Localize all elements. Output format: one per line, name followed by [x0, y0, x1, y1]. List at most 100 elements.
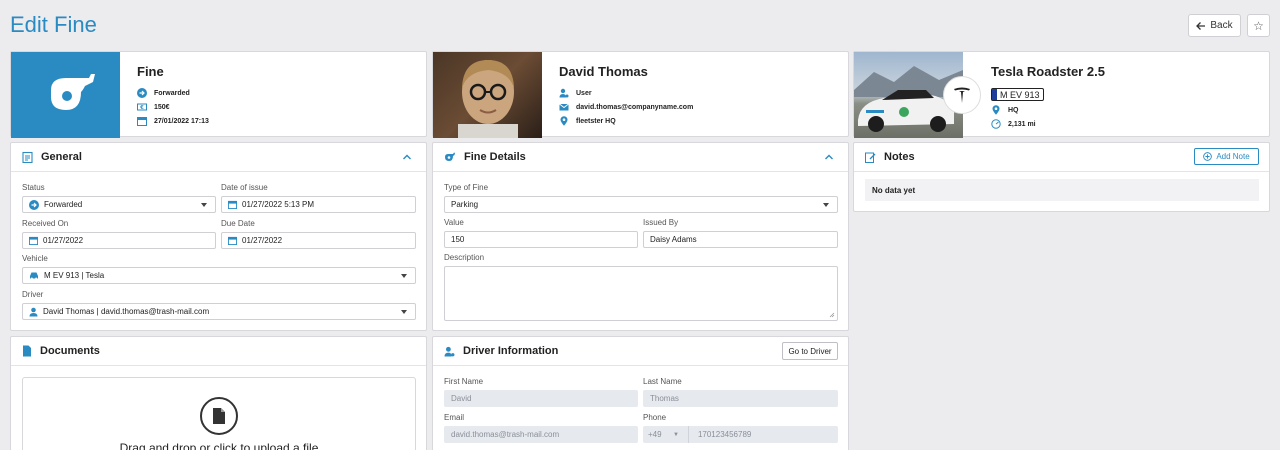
chevron-up-icon[interactable] — [402, 152, 412, 162]
calendar-icon — [228, 200, 237, 209]
type-select[interactable]: Parking — [444, 196, 838, 213]
type-value: Parking — [451, 200, 479, 209]
date-issue-value: 01/27/2022 5:13 PM — [242, 200, 315, 209]
vehicle-summary-card: Tesla Roadster 2.5 M EV 913 HQ 2,131 mi — [853, 51, 1270, 138]
email-label: Email — [444, 413, 465, 422]
calendar-icon — [137, 116, 147, 126]
fine-datetime: 27/01/2022 17:13 — [154, 117, 209, 125]
documents-panel: Documents Drag and drop or click to uplo… — [10, 336, 427, 450]
phone-field: +49 ▼ 170123456789 — [643, 426, 838, 443]
whistle-icon — [51, 74, 95, 110]
received-label: Received On — [22, 219, 69, 228]
chevron-up-icon[interactable] — [824, 152, 834, 162]
user-settings-icon — [444, 346, 455, 356]
vehicle-mileage-row: 2,131 mi — [991, 117, 1105, 131]
whistle-icon — [445, 152, 455, 161]
general-header[interactable]: General — [11, 143, 426, 172]
documents-header: Documents — [11, 337, 426, 366]
driver-select[interactable]: David Thomas | david.thomas@trash-mail.c… — [22, 303, 416, 320]
driver-location-row: fleetster HQ — [559, 114, 693, 128]
phone-country-code: +49 — [648, 430, 662, 439]
user-icon — [29, 307, 38, 316]
arrow-left-icon — [1196, 21, 1206, 30]
status-value: Forwarded — [44, 200, 83, 209]
upload-file-icon — [200, 397, 238, 435]
chevron-down-icon — [401, 274, 407, 278]
first-name-field: David — [444, 390, 638, 407]
chevron-down-icon — [201, 203, 207, 207]
value-value: 150 — [451, 235, 465, 244]
license-plate: M EV 913 — [991, 88, 1044, 101]
vehicle-plate-row: M EV 913 — [991, 86, 1105, 103]
svg-text:€: € — [139, 105, 144, 111]
due-input[interactable]: 01/27/2022 — [221, 232, 416, 249]
clipboard-icon — [22, 151, 33, 163]
chevron-down-icon — [823, 203, 829, 207]
notes-panel: Notes Add Note No data yet — [853, 142, 1270, 212]
user-settings-icon — [559, 88, 569, 98]
documents-title: Documents — [40, 345, 100, 357]
value-label: Value — [444, 218, 464, 227]
chevron-down-icon — [401, 310, 407, 314]
due-label: Due Date — [221, 219, 255, 228]
forward-circle-icon — [137, 88, 147, 98]
received-value: 01/27/2022 — [43, 236, 84, 245]
last-name-label: Last Name — [643, 377, 682, 386]
tesla-logo — [943, 76, 981, 114]
fine-status: Forwarded — [154, 89, 190, 97]
fine-status-row: Forwarded — [137, 86, 209, 100]
vehicle-name: Tesla Roadster 2.5 — [991, 64, 1105, 79]
status-select[interactable]: Forwarded — [22, 196, 216, 213]
fine-amount: 150€ — [154, 103, 170, 111]
email-field: david.thomas@trash-mail.com — [444, 426, 638, 443]
chevron-down-icon: ▼ — [673, 431, 679, 438]
phone-value: 170123456789 — [697, 430, 752, 439]
fine-details-header[interactable]: Fine Details — [433, 143, 848, 172]
back-button[interactable]: Back — [1188, 14, 1241, 37]
fine-amount-row: € 150€ — [137, 100, 209, 114]
driver-info-title: Driver Information — [463, 345, 559, 357]
star-icon: ☆ — [1253, 18, 1264, 33]
back-label: Back — [1210, 20, 1233, 31]
status-label: Status — [22, 183, 45, 192]
issued-input[interactable]: Daisy Adams — [643, 231, 838, 248]
plus-circle-icon — [1203, 152, 1213, 161]
phone-divider — [687, 426, 689, 443]
notes-empty-text: No data yet — [872, 185, 916, 195]
driver-info-panel: Driver Information Go to Driver First Na… — [432, 336, 849, 450]
driver-role-row: User — [559, 86, 693, 100]
vehicle-select[interactable]: M EV 913 | Tesla — [22, 267, 416, 284]
phone-label: Phone — [643, 413, 667, 422]
received-input[interactable]: 01/27/2022 — [22, 232, 216, 249]
fine-details-panel: Fine Details Type of Fine Parking Value … — [432, 142, 849, 331]
first-name-label: First Name — [444, 377, 484, 386]
vehicle-location-row: HQ — [991, 103, 1105, 117]
fine-hero-image — [11, 52, 120, 138]
date-issue-input[interactable]: 01/27/2022 5:13 PM — [221, 196, 416, 213]
due-value: 01/27/2022 — [242, 236, 283, 245]
driver-label: Driver — [22, 290, 44, 299]
odometer-icon — [991, 119, 1001, 129]
driver-role: User — [576, 89, 592, 97]
driver-name: David Thomas — [559, 64, 648, 79]
add-note-button[interactable]: Add Note — [1194, 148, 1259, 165]
driver-summary-card: David Thomas User david.thomas@companyna… — [432, 51, 849, 138]
upload-dropzone[interactable]: Drag and drop or click to upload a file — [22, 377, 416, 450]
go-to-driver-button[interactable]: Go to Driver — [782, 342, 838, 360]
resize-handle-icon[interactable] — [829, 312, 835, 318]
last-name-field: Thomas — [643, 390, 838, 407]
favorite-button[interactable]: ☆ — [1247, 14, 1270, 37]
fine-summary-card: Fine Forwarded € 150€ 27/01/2022 17:13 — [10, 51, 427, 138]
value-input[interactable]: 150 — [444, 231, 638, 248]
upload-text: Drag and drop or click to upload a file — [119, 441, 319, 450]
date-issue-label: Date of issue — [221, 183, 268, 192]
add-note-label: Add Note — [1216, 152, 1250, 161]
fine-details-title: Fine Details — [464, 151, 526, 163]
map-pin-icon — [559, 116, 569, 126]
driver-email: david.thomas@companyname.com — [576, 103, 694, 111]
description-textarea[interactable] — [444, 266, 838, 321]
type-label: Type of Fine — [444, 183, 489, 192]
calendar-icon — [29, 236, 38, 245]
vehicle-location: HQ — [1008, 106, 1019, 114]
general-panel: General Status Forwarded Date of issue 0… — [10, 142, 427, 331]
